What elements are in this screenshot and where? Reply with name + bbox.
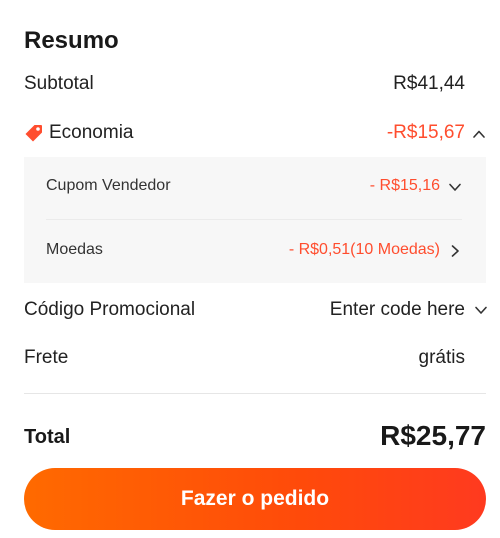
savings-label: Economia [49, 122, 134, 143]
total-value: R$25,77 [380, 420, 486, 451]
savings-value: -R$15,67 [386, 122, 465, 143]
promo-code-placeholder: Enter code here [329, 299, 465, 320]
seller-coupon-row[interactable]: Cupom Vendedor - R$15,16 [46, 172, 464, 202]
savings-row[interactable]: Economia -R$15,67 [24, 116, 486, 150]
total-label: Total [24, 426, 71, 448]
section-divider [24, 393, 486, 394]
summary-title: Resumo [24, 27, 119, 54]
seller-coupon-value: - R$15,16 [369, 177, 440, 194]
tag-icon [25, 125, 42, 142]
chevron-down-icon [475, 306, 487, 314]
seller-coupon-label: Cupom Vendedor [46, 177, 171, 194]
chevron-down-icon [449, 183, 461, 191]
shipping-label: Frete [24, 347, 69, 368]
chevron-right-icon [451, 245, 459, 257]
coins-row[interactable]: Moedas - R$0,51(10 Moedas) [46, 236, 464, 266]
shipping-value: grátis [418, 347, 465, 368]
promo-code-label: Código Promocional [24, 299, 196, 320]
coins-value: - R$0,51(10 Moedas) [288, 241, 440, 258]
place-order-button[interactable]: Fazer o pedido [24, 468, 486, 530]
breakdown-divider [46, 219, 462, 220]
coins-label: Moedas [46, 241, 103, 258]
subtotal-label: Subtotal [24, 73, 94, 94]
promo-code-selector[interactable]: Enter code here [330, 294, 488, 326]
subtotal-value: R$41,44 [393, 73, 465, 94]
chevron-up-icon [473, 130, 485, 138]
